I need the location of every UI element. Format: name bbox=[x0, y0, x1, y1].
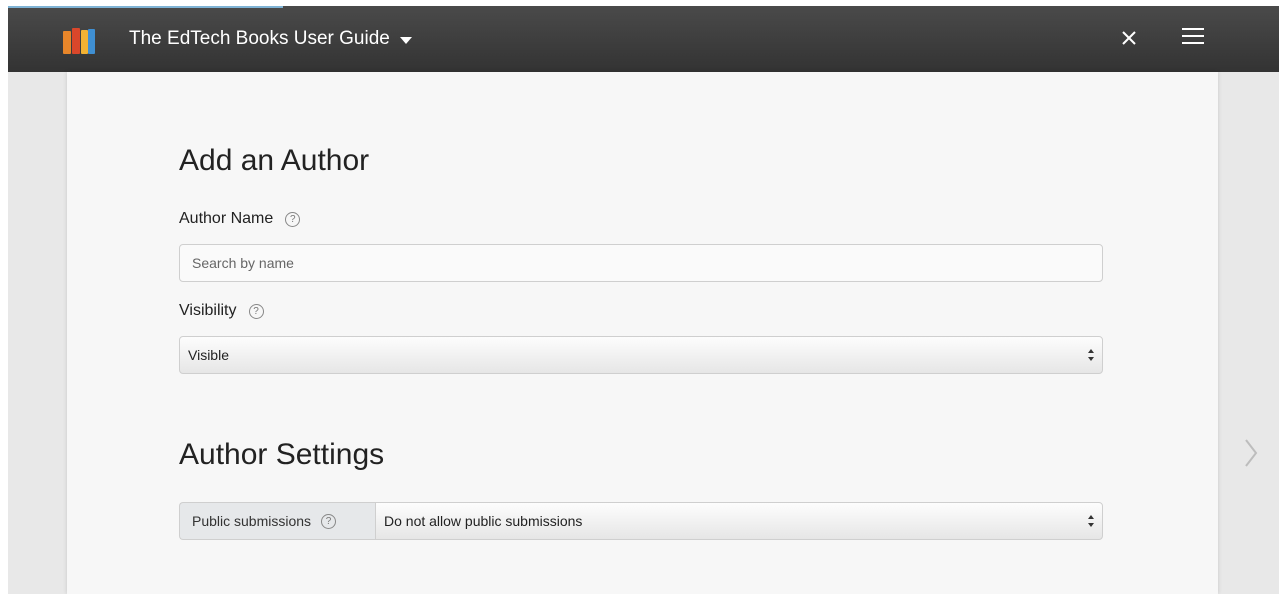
visibility-label: Visibility bbox=[179, 302, 237, 319]
public-submissions-group: Public submissions ? Do not allow public… bbox=[179, 502, 1103, 540]
book-title: The EdTech Books User Guide bbox=[129, 28, 390, 49]
next-page-chevron-icon[interactable] bbox=[1244, 438, 1258, 468]
select-arrows-icon bbox=[1088, 349, 1094, 361]
public-submissions-addon: Public submissions ? bbox=[179, 502, 375, 540]
menu-icon[interactable] bbox=[1182, 28, 1204, 48]
content-page: Add an Author Author Name ? Visibility ?… bbox=[67, 72, 1218, 594]
reader-viewport: The EdTech Books User Guide Add an Autho… bbox=[8, 6, 1279, 594]
chevron-down-icon bbox=[399, 36, 412, 44]
help-icon[interactable]: ? bbox=[248, 303, 264, 319]
visibility-selected-value: Visible bbox=[188, 347, 229, 363]
reading-progress-bar bbox=[8, 6, 283, 8]
book-title-dropdown[interactable]: The EdTech Books User Guide bbox=[129, 28, 412, 50]
visibility-label-row: Visibility ? bbox=[179, 302, 264, 320]
top-bar: The EdTech Books User Guide bbox=[8, 6, 1279, 72]
author-settings-heading: Author Settings bbox=[179, 438, 385, 471]
public-submissions-select[interactable]: Do not allow public submissions bbox=[375, 502, 1103, 540]
books-logo-icon[interactable] bbox=[63, 26, 95, 54]
author-name-label: Author Name bbox=[179, 210, 274, 227]
select-arrows-icon bbox=[1088, 515, 1094, 527]
visibility-select[interactable]: Visible bbox=[179, 336, 1103, 374]
author-name-label-row: Author Name ? bbox=[179, 210, 301, 228]
help-icon[interactable]: ? bbox=[285, 211, 301, 227]
add-author-heading: Add an Author bbox=[179, 144, 370, 177]
author-name-search-input[interactable] bbox=[179, 244, 1103, 282]
public-submissions-selected-value: Do not allow public submissions bbox=[384, 513, 583, 529]
close-icon[interactable] bbox=[1116, 25, 1142, 51]
help-icon[interactable]: ? bbox=[321, 513, 337, 529]
public-submissions-label: Public submissions bbox=[192, 513, 312, 529]
